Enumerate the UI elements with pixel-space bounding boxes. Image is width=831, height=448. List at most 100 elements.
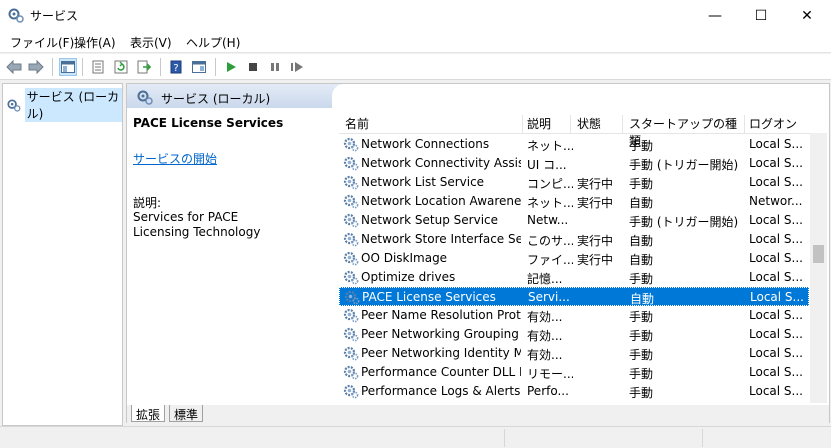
service-row[interactable]: Peer Name Resolution Prot... 有効... 手動 Local…	[339, 306, 809, 325]
service-description-cell: このサ...	[527, 234, 573, 248]
column-header-logon[interactable]: ログオン	[749, 115, 809, 133]
console-tree-pane: サービス (ローカル)	[2, 83, 123, 426]
forward-button[interactable]	[27, 58, 45, 76]
description-label: 説明:	[133, 196, 162, 210]
back-button[interactable]	[5, 58, 23, 76]
export-list-button[interactable]	[135, 58, 153, 76]
stop-service-button[interactable]	[244, 58, 262, 76]
tab-standard[interactable]: 標準	[169, 405, 204, 422]
column-header-startup-type[interactable]: スタートアップの種類	[629, 115, 745, 148]
maximize-button[interactable]: ☐	[738, 0, 784, 31]
column-header-description[interactable]: 説明	[527, 115, 571, 133]
service-detail-panel: PACE License Services サービスの開始 説明: Servic…	[133, 116, 333, 239]
menu-help[interactable]: ヘルプ(H)	[186, 34, 240, 51]
service-description-cell: Servi...	[528, 290, 570, 304]
column-header-status[interactable]: 状態	[577, 115, 623, 133]
service-name-cell: Performance Logs & Alerts	[361, 384, 521, 398]
service-name-cell: Network Setup Service	[361, 213, 499, 227]
service-description-cell: 有効...	[527, 348, 563, 362]
column-header-name[interactable]: 名前	[345, 115, 523, 133]
close-icon: ✕	[801, 7, 813, 24]
help-book-icon: ?	[170, 60, 182, 74]
services-window: サービス — ☐ ✕ ファイル(F) 操作(A) 表示(V) ヘルプ(H) ? …	[0, 0, 831, 448]
minimize-button[interactable]: —	[692, 0, 738, 31]
service-gear-icon	[343, 193, 359, 209]
service-logon-cell: Local S...	[749, 365, 803, 379]
service-row[interactable]: OO DiskImage ファイ... 実行中 自動 Local S...	[339, 249, 809, 268]
menu-file[interactable]: ファイル(F)	[10, 34, 74, 51]
service-logon-cell: Local S...	[749, 137, 803, 151]
services-rows: Network Connections ネット... 手動 Local S... Net…	[339, 135, 809, 401]
service-gear-icon	[343, 212, 359, 228]
service-description-cell: Perfo...	[527, 384, 569, 398]
service-startup-type-cell: 手動 (トリガー開始)	[629, 215, 739, 229]
service-row[interactable]: PACE License Services Servi... 自動 Local S..…	[339, 287, 809, 306]
service-row[interactable]: Performance Logs & Alerts Perfo... 手動 Local…	[339, 382, 809, 401]
service-logon-cell: Local S...	[749, 270, 803, 284]
service-row[interactable]: Network Store Interface Ser... このサ... 実行中 自…	[339, 230, 809, 249]
menu-bar: ファイル(F) 操作(A) 表示(V) ヘルプ(H)	[0, 31, 831, 53]
properties-icon	[92, 60, 104, 74]
service-startup-type-cell: 手動	[629, 177, 654, 191]
service-row[interactable]: Network List Service コンピ... 実行中 手動 Local S..…	[339, 173, 809, 192]
show-hide-action-pane-button[interactable]	[190, 58, 208, 76]
service-name-cell: PACE License Services	[362, 290, 496, 304]
service-logon-cell: Local S...	[749, 213, 803, 227]
tab-extended[interactable]: 拡張	[131, 405, 166, 422]
service-startup-type-cell: 自動	[630, 292, 655, 306]
service-description-cell: 有効...	[527, 329, 563, 343]
properties-button[interactable]	[89, 58, 107, 76]
restart-service-button[interactable]	[288, 58, 306, 76]
close-button[interactable]: ✕	[784, 0, 830, 31]
service-description-cell: コンピ...	[527, 177, 573, 191]
service-startup-type-cell: 手動	[629, 367, 654, 381]
service-row[interactable]: Network Location Awareness ネット... 実行中 自動 Net…	[339, 192, 809, 211]
console-tree-button[interactable]	[59, 58, 77, 76]
service-logon-cell: Local S...	[749, 156, 803, 170]
service-status-cell: 実行中	[577, 196, 614, 210]
service-row[interactable]: Optimize drives 記憶... 手動 Local S...	[339, 268, 809, 287]
back-arrow-icon	[6, 60, 22, 74]
service-description-cell: UI コ...	[527, 158, 567, 172]
service-gear-icon	[343, 307, 359, 323]
service-description-cell: Netw...	[527, 213, 569, 227]
services-gear-icon	[137, 90, 153, 105]
start-service-button[interactable]	[222, 58, 240, 76]
refresh-button[interactable]	[112, 58, 130, 76]
service-description: Services for PACE Licensing Technology	[133, 210, 261, 239]
service-row[interactable]: Peer Networking Identity M... 有効... 手動 Loca…	[339, 344, 809, 363]
service-logon-cell: Networ...	[749, 194, 803, 208]
service-row[interactable]: Network Connectivity Assist... UI コ... 手動 …	[339, 154, 809, 173]
service-name-cell: Performance Counter DLL H...	[361, 365, 521, 379]
service-gear-icon	[343, 250, 359, 266]
start-service-link[interactable]: サービスの開始	[133, 150, 217, 167]
service-row[interactable]: Peer Networking Grouping 有効... 手動 Local S..…	[339, 325, 809, 344]
scrollbar-thumb[interactable]	[813, 245, 824, 263]
play-icon	[227, 62, 236, 72]
pause-service-button[interactable]	[266, 58, 284, 76]
help-button[interactable]: ?	[167, 58, 185, 76]
service-description-cell: リモー...	[527, 367, 573, 381]
service-logon-cell: Local S...	[749, 251, 803, 265]
services-list: ^ 名前 説明 状態 スタートアップの種類 ログオン Network Conne…	[339, 110, 829, 402]
refresh-icon	[114, 60, 128, 74]
service-name-cell: Network Connectivity Assist...	[361, 156, 521, 170]
console-tree-icon	[61, 61, 75, 73]
vertical-scrollbar[interactable]	[810, 133, 827, 403]
menu-view[interactable]: 表示(V)	[130, 34, 172, 51]
tree-item-services-local[interactable]: サービス (ローカル)	[7, 88, 122, 122]
service-description-cell: 記憶...	[527, 272, 563, 286]
service-row[interactable]: Network Connections ネット... 手動 Local S...	[339, 135, 809, 154]
service-status-cell: 実行中	[577, 253, 614, 267]
menu-action[interactable]: 操作(A)	[74, 34, 116, 51]
service-gear-icon	[343, 136, 359, 152]
service-description-cell: 有効...	[527, 310, 563, 324]
service-name-cell: Network Location Awareness	[361, 194, 521, 208]
service-gear-icon	[344, 289, 360, 305]
service-row[interactable]: Network Setup Service Netw... 手動 (トリガー開始) L…	[339, 211, 809, 230]
service-logon-cell: Local S...	[749, 308, 803, 322]
services-gear-icon	[7, 99, 21, 112]
service-row[interactable]: Performance Counter DLL H... リモー... 手動 Loca…	[339, 363, 809, 382]
service-logon-cell: Local S...	[750, 290, 804, 304]
service-startup-type-cell: 手動	[629, 348, 654, 362]
